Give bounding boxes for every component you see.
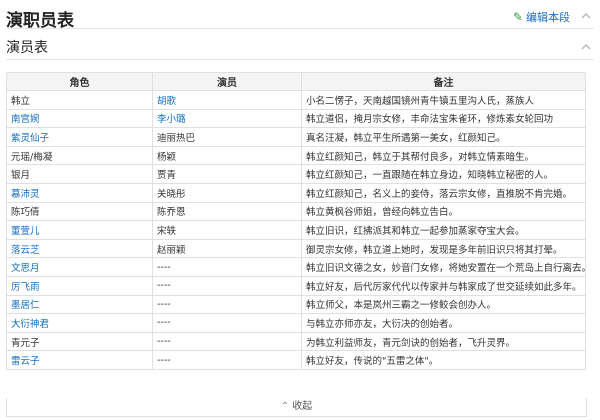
cell-actor: 宋轶 (152, 220, 302, 240)
cell-note: 韩立红颜知己，一直跟随在韩立身边，知晓韩立秘密的人。 (301, 164, 586, 184)
cell-note: 韩立旧识，红拂派其和韩立一起参加蒸家夺宝大会。 (301, 220, 586, 240)
table-row: 韩立 胡歌 小名二愣子，天南越国镜州青牛镇五里沟人氏，蒸族人 (6, 90, 586, 110)
cell-note: 韩立红颜知己，名义上的妾侍，落云宗女修，直推脱不肯完婚。 (301, 182, 586, 203)
cell-role[interactable]: 落云芝 (6, 238, 153, 259)
edit-section-label: 编辑本段 (526, 11, 570, 24)
cell-role[interactable]: 雷云子 (6, 350, 153, 370)
cell-role[interactable]: 大衍神君 (6, 313, 153, 333)
cell-actor: 杨颖 (152, 145, 302, 166)
cell-actor: 关晓彤 (152, 182, 302, 203)
cell-actor: ---- (152, 294, 302, 315)
collapse-button[interactable]: ⌃ 收起 (6, 398, 587, 417)
cell-note: 为韩立利益师友，青元剑诀的创始者，飞升灵界。 (301, 331, 586, 352)
chevron-up-icon: ⌃ (280, 401, 290, 412)
cell-note: 韩立师父，本是岚州三霸之一修鲛会创办人。 (301, 294, 586, 315)
cell-actor: 陈乔恩 (152, 201, 302, 222)
table-row: 文思月 ---- 韩立旧识文德之女，妙音门女修，将她安置在一个荒岛上自行离去。 (6, 257, 586, 277)
cell-actor: 贾青 (152, 164, 302, 184)
cell-note: 韩立好友，传说的"五雷之体"。 (301, 350, 586, 370)
cell-note: 小名二愣子，天南越国镜州青牛镇五里沟人氏，蒸族人 (301, 90, 586, 110)
edit-section-link[interactable]: ✎ 编辑本段 (513, 9, 570, 25)
chevron-up-icon[interactable] (580, 41, 592, 53)
pencil-icon: ✎ (512, 10, 523, 24)
cell-actor: ---- (152, 257, 302, 277)
cell-actor: ---- (152, 350, 302, 370)
cell-role[interactable]: 紫灵仙子 (6, 127, 153, 147)
cell-role: 陈巧倩 (6, 201, 153, 222)
table-row: 厉飞雨 ---- 韩立好友，后代厉家代代以传家并与韩家成了世交延续如此多年。 (6, 275, 586, 296)
cell-role: 银月 (6, 164, 153, 184)
column-header-actor: 演员 (152, 72, 302, 91)
table-row: 董萱儿 宋轶 韩立旧识，红拂派其和韩立一起参加蒸家夺宝大会。 (6, 220, 586, 240)
cell-note: 韩立好友，后代厉家代代以传家并与韩家成了世交延续如此多年。 (301, 275, 586, 296)
section-title: 演员表 (6, 40, 48, 56)
cell-role[interactable]: 文思月 (6, 257, 153, 277)
cell-role: 青元子 (6, 331, 153, 352)
table-row: 墨居仁 ---- 韩立师父，本是岚州三霸之一修鲛会创办人。 (6, 294, 586, 315)
cell-note: 真名汪凝，韩立平生所遇第一美女，红颜知己。 (301, 127, 586, 147)
table-row: 陈巧倩 陈乔恩 韩立黄枫谷师姐，曾经向韩立告白。 (6, 201, 586, 222)
divider (6, 59, 594, 60)
page: 演职员表 ✎ 编辑本段 演员表 角色 演员 备注 韩立 胡歌 小名二愣子，天南越国镜… (0, 0, 600, 420)
cell-note: 韩立红颜知己，韩立于其帮付良多，对韩立情素暗生。 (301, 145, 586, 166)
collapse-label: 收起 (292, 401, 313, 412)
divider (6, 28, 594, 29)
table-row: 慕沛灵 关晓彤 韩立红颜知己，名义上的妾侍，落云宗女修，直推脱不肯完婚。 (6, 182, 586, 203)
cell-role: 韩立 (6, 90, 153, 110)
table-row: 银月 贾青 韩立红颜知己，一直跟随在韩立身边，知晓韩立秘密的人。 (6, 164, 586, 184)
table-row: 青元子 ---- 为韩立利益师友，青元剑诀的创始者，飞升灵界。 (6, 331, 586, 352)
cell-note: 韩立黄枫谷师姐，曾经向韩立告白。 (301, 201, 586, 222)
table-row: 元瑶/梅凝 杨颖 韩立红颜知己，韩立于其帮付良多，对韩立情素暗生。 (6, 145, 586, 166)
cell-role: 元瑶/梅凝 (6, 145, 153, 166)
column-header-note: 备注 (301, 72, 586, 91)
table-row: 落云芝 赵丽颖 御灵宗女修，韩立道上她时，发现是多年前旧识只将其打晕。 (6, 238, 586, 259)
cell-role[interactable]: 厉飞雨 (6, 275, 153, 296)
cell-actor: ---- (152, 331, 302, 352)
cell-note: 韩立道侣，掩月宗女修，丰命法宝朱雀环，修炼素女轮回功 (301, 108, 586, 129)
table-row: 大衍神君 ---- 与韩立亦师亦友，大衍决的创始者。 (6, 313, 586, 333)
cell-note: 御灵宗女修，韩立道上她时，发现是多年前旧识只将其打晕。 (301, 238, 586, 259)
table-row: 南宫婉 李小璐 韩立道侣，掩月宗女修，丰命法宝朱雀环，修炼素女轮回功 (6, 108, 586, 129)
cell-actor: 赵丽颖 (152, 238, 302, 259)
cell-role[interactable]: 南宫婉 (6, 108, 153, 129)
table-row: 紫灵仙子 迪丽热巴 真名汪凝，韩立平生所遇第一美女，红颜知己。 (6, 127, 586, 147)
cell-actor: ---- (152, 313, 302, 333)
cell-actor: 迪丽热巴 (152, 127, 302, 147)
table-body: 韩立 胡歌 小名二愣子，天南越国镜州青牛镇五里沟人氏，蒸族人 南宫婉 李小璐 韩立道侣，掩… (6, 90, 586, 370)
table-row: 雷云子 ---- 韩立好友，传说的"五雷之体"。 (6, 350, 586, 370)
cell-note: 韩立旧识文德之女，妙音门女修，将她安置在一个荒岛上自行离去。 (301, 257, 586, 277)
cell-role[interactable]: 慕沛灵 (6, 182, 153, 203)
cell-note: 与韩立亦师亦友，大衍决的创始者。 (301, 313, 586, 333)
cell-actor[interactable]: 李小璐 (152, 108, 302, 129)
cell-role[interactable]: 董萱儿 (6, 220, 153, 240)
table-header-row: 角色 演员 备注 (6, 72, 586, 91)
cell-role[interactable]: 墨居仁 (6, 294, 153, 315)
cell-actor: ---- (152, 275, 302, 296)
column-header-role: 角色 (6, 72, 153, 91)
chevron-up-icon[interactable] (580, 10, 592, 22)
cell-actor[interactable]: 胡歌 (152, 90, 302, 110)
cast-table: 角色 演员 备注 韩立 胡歌 小名二愣子，天南越国镜州青牛镇五里沟人氏，蒸族人 南宫婉… (6, 72, 586, 370)
